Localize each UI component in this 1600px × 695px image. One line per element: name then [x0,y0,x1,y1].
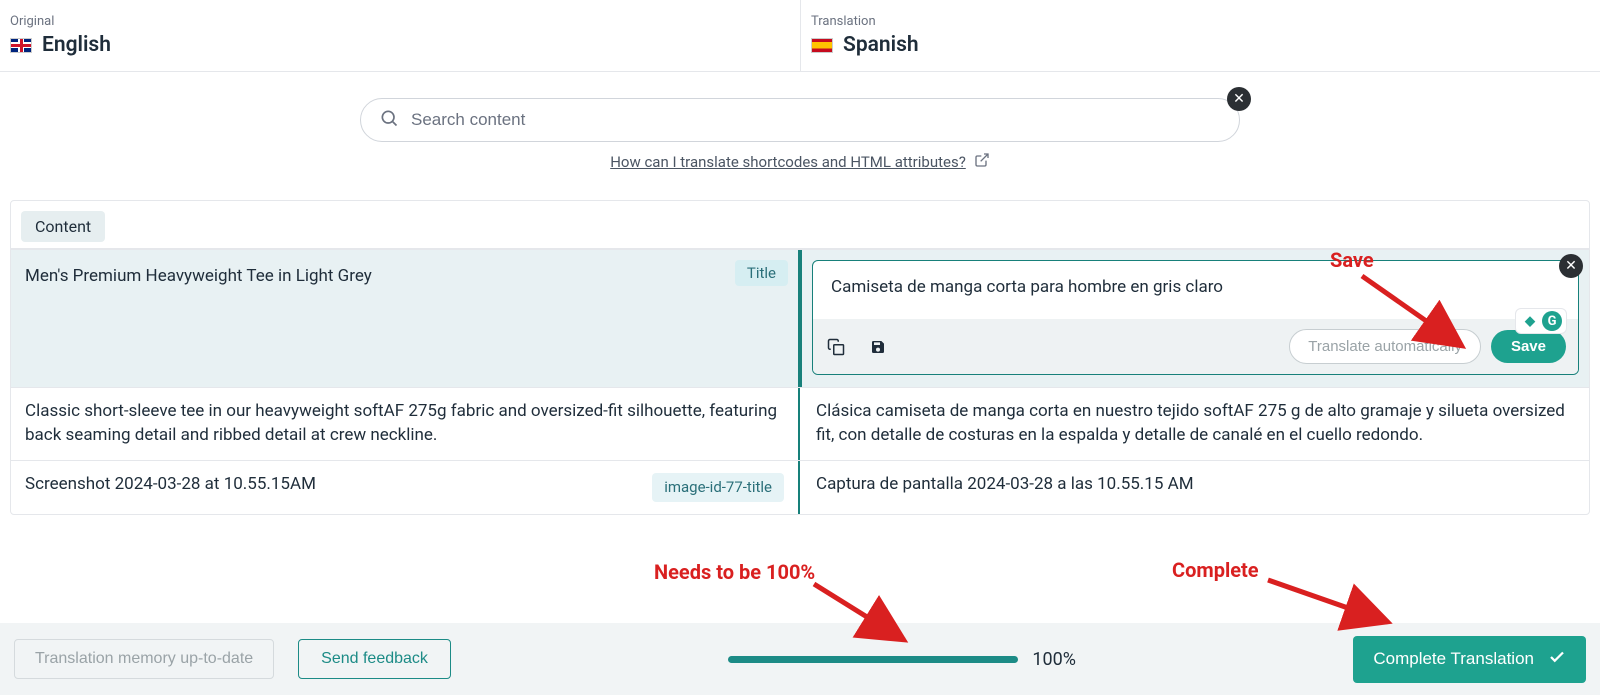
tab-content[interactable]: Content [21,211,105,242]
translation-editor: Camiseta de manga corta para hombre en g… [812,260,1579,375]
save-disk-icon[interactable] [867,336,889,358]
original-text: Classic short-sleeve tee in our heavywei… [25,401,777,445]
plugin-badges: ◆ G [1515,308,1567,334]
clear-search-icon[interactable]: ✕ [1227,87,1251,111]
translation-text: Clásica camiseta de manga corta en nuest… [816,401,1565,445]
progress-text: 100% [1032,649,1076,670]
row-divider [798,388,800,460]
field-badge: image-id-77-title [652,473,784,502]
translation-cell: Captura de pantalla 2024-03-28 a las 10.… [802,461,1589,514]
original-cell: Classic short-sleeve tee in our heavywei… [11,388,798,460]
content-row[interactable]: Classic short-sleeve tee in our heavywei… [11,387,1589,460]
search-bar[interactable]: ✕ [360,98,1240,142]
uk-flag-icon [10,38,32,53]
es-flag-icon [811,38,833,53]
translation-lang-name: Spanish [843,33,919,57]
translation-cell: Clásica camiseta de manga corta en nuest… [802,388,1589,460]
content-row[interactable]: image-id-77-title Screenshot 2024-03-28 … [11,460,1589,514]
original-cell: image-id-77-title Screenshot 2024-03-28 … [11,461,798,514]
content-card: Content Title Men's Premium Heavyweight … [10,200,1590,515]
translation-label: Translation [811,14,1590,29]
plugin-icon-2[interactable]: G [1542,311,1562,331]
row-divider [798,461,800,514]
original-cell[interactable]: Title Men's Premium Heavyweight Tee in L… [11,250,798,387]
content-row-selected: Title Men's Premium Heavyweight Tee in L… [11,249,1589,387]
translation-lang-col: Translation Spanish [800,0,1600,71]
search-input[interactable] [411,110,1221,130]
annotation-needs: Needs to be 100% [654,560,815,584]
annotation-complete: Complete [1172,558,1259,582]
help-link[interactable]: How can I translate shortcodes and HTML … [610,152,990,172]
original-lang-name: English [42,33,111,57]
footer-bar: Translation memory up-to-date Send feedb… [0,623,1600,695]
translation-text: Captura de pantalla 2024-03-28 a las 10.… [816,474,1194,494]
original-lang-col: Original English [0,0,800,71]
close-icon[interactable]: ✕ [1559,254,1583,278]
original-label: Original [10,14,790,29]
translate-auto-button[interactable]: Translate automatically [1289,329,1481,364]
original-text: Men's Premium Heavyweight Tee in Light G… [25,266,784,286]
field-badge: Title [735,260,788,286]
help-link-text: How can I translate shortcodes and HTML … [610,153,966,171]
progress-bar [728,656,1018,663]
complete-button-label: Complete Translation [1373,649,1534,669]
translation-memory-button: Translation memory up-to-date [14,639,274,679]
original-text: Screenshot 2024-03-28 at 10.55.15AM [25,474,316,494]
check-icon [1548,648,1566,671]
translation-cell: ✕ Camiseta de manga corta para hombre en… [802,250,1589,387]
external-link-icon [974,152,990,172]
complete-translation-button[interactable]: Complete Translation [1353,636,1586,683]
lang-header: Original English Translation Spanish [0,0,1600,72]
copy-original-icon[interactable] [825,336,847,358]
save-button[interactable]: Save [1491,330,1566,363]
progress-indicator: 100% [728,649,1076,670]
send-feedback-button[interactable]: Send feedback [298,639,451,679]
search-icon [379,108,399,132]
plugin-icon-1[interactable]: ◆ [1520,311,1540,331]
translation-input[interactable]: Camiseta de manga corta para hombre en g… [813,261,1578,319]
